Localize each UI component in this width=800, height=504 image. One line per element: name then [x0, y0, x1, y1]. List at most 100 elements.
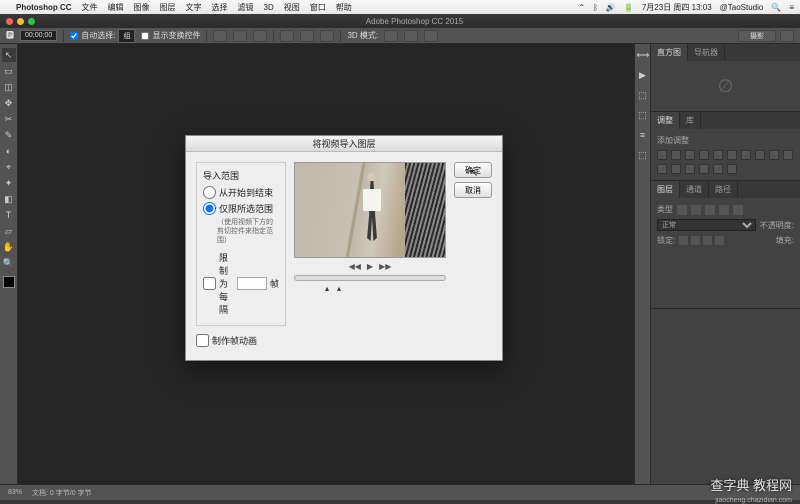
rewind-button[interactable]: ◀◀	[349, 262, 361, 271]
dock-actions-icon[interactable]: ▶	[637, 70, 649, 82]
menu-window[interactable]: 窗口	[310, 2, 326, 13]
menu-edit[interactable]: 编辑	[108, 2, 124, 13]
timeline-slider[interactable]: ▴▴	[294, 275, 446, 281]
cancel-button[interactable]: 取消	[454, 182, 492, 198]
adj-brightness-icon[interactable]	[657, 150, 667, 160]
adj-curves-icon[interactable]	[685, 150, 695, 160]
workspace-dropdown[interactable]: 摄影	[738, 30, 776, 42]
menu-3d[interactable]: 3D	[264, 3, 274, 12]
adj-invert-icon[interactable]	[671, 164, 681, 174]
limit-frames-input[interactable]	[237, 277, 267, 290]
shape-tool-icon[interactable]: ▱	[2, 224, 16, 238]
align-icon-2[interactable]	[233, 30, 247, 42]
filter-adjust-icon[interactable]	[691, 205, 701, 215]
distribute-icon-1[interactable]	[280, 30, 294, 42]
spotlight-icon[interactable]: 🔍	[771, 3, 781, 12]
tab-layers[interactable]: 图层	[651, 181, 680, 198]
adj-levels-icon[interactable]	[671, 150, 681, 160]
notification-center-icon[interactable]: ≡	[789, 3, 794, 12]
make-frame-animation-checkbox[interactable]: 制作帧动画	[196, 334, 286, 347]
3d-icon-3[interactable]	[424, 30, 438, 42]
show-transform-checkbox[interactable]	[141, 32, 149, 40]
lock-pixels-icon[interactable]	[691, 236, 700, 245]
adj-hue-icon[interactable]	[727, 150, 737, 160]
3d-icon-2[interactable]	[404, 30, 418, 42]
tab-histogram[interactable]: 直方图	[651, 44, 688, 61]
autoselect-mode-dropdown[interactable]: 组	[118, 29, 135, 43]
menu-help[interactable]: 帮助	[336, 2, 352, 13]
play-button[interactable]: ▶	[367, 262, 373, 271]
lock-transparency-icon[interactable]	[679, 236, 688, 245]
distribute-icon-2[interactable]	[300, 30, 314, 42]
3d-icon-1[interactable]	[384, 30, 398, 42]
adj-colorlookup-icon[interactable]	[657, 164, 667, 174]
search-icon[interactable]	[780, 30, 794, 42]
adj-vibrance-icon[interactable]	[713, 150, 723, 160]
tab-navigator[interactable]: 导航器	[688, 44, 725, 61]
dock-properties-icon[interactable]: ≡	[637, 130, 649, 142]
autoselect-checkbox[interactable]	[70, 32, 78, 40]
status-volume-icon[interactable]: 🔊	[606, 3, 616, 12]
filter-shape-icon[interactable]	[719, 205, 729, 215]
adj-threshold-icon[interactable]	[699, 164, 709, 174]
menu-type[interactable]: 文字	[186, 2, 202, 13]
forward-button[interactable]: ▶▶	[379, 262, 391, 271]
hand-tool-icon[interactable]: ✋	[2, 240, 16, 254]
tab-paths[interactable]: 路径	[709, 181, 738, 198]
dock-libraries-icon[interactable]: ⬚	[637, 150, 649, 162]
adj-exposure-icon[interactable]	[699, 150, 709, 160]
dock-color-icon[interactable]: ⬚	[637, 90, 649, 102]
zoom-tool-icon[interactable]: 🔍	[2, 256, 16, 270]
filter-pixel-icon[interactable]	[677, 205, 687, 215]
color-swatch[interactable]	[3, 276, 15, 288]
timeline-timecode[interactable]: 00;00;00	[20, 30, 57, 41]
close-window-button[interactable]	[6, 18, 13, 25]
adj-posterize-icon[interactable]	[685, 164, 695, 174]
zoom-level[interactable]: 83%	[8, 489, 22, 496]
gradient-tool-icon[interactable]: ⌖	[2, 160, 16, 174]
align-icon-3[interactable]	[253, 30, 267, 42]
status-battery-icon[interactable]: 🔋	[624, 3, 634, 12]
tab-channels[interactable]: 通道	[680, 181, 709, 198]
status-wifi-icon[interactable]: ⌃	[578, 3, 585, 12]
dock-swatches-icon[interactable]: ⬚	[637, 110, 649, 122]
minimize-window-button[interactable]	[17, 18, 24, 25]
tab-adjustments[interactable]: 调整	[651, 112, 680, 129]
brush-tool-icon[interactable]: ✎	[2, 128, 16, 142]
lasso-tool-icon[interactable]: ◫	[2, 80, 16, 94]
align-icon-1[interactable]	[213, 30, 227, 42]
menu-image[interactable]: 图像	[134, 2, 150, 13]
lock-all-icon[interactable]	[715, 236, 724, 245]
adj-bw-icon[interactable]	[755, 150, 765, 160]
tab-libraries[interactable]: 库	[680, 112, 701, 129]
stamp-tool-icon[interactable]: ◐	[2, 144, 16, 158]
status-bluetooth-icon[interactable]: ᛒ	[593, 3, 598, 12]
adj-selective-icon[interactable]	[727, 164, 737, 174]
fullscreen-window-button[interactable]	[28, 18, 35, 25]
status-user[interactable]: @TaoStudio	[720, 3, 764, 12]
menu-file[interactable]: 文件	[82, 2, 98, 13]
blend-mode-dropdown[interactable]: 正常	[657, 219, 756, 231]
adj-channelmixer-icon[interactable]	[783, 150, 793, 160]
crop-tool-icon[interactable]: ✥	[2, 96, 16, 110]
menu-view[interactable]: 视图	[284, 2, 300, 13]
radio-all-range[interactable]: 从开始到结束	[203, 186, 279, 199]
ps-logo-icon[interactable]: 🅿	[6, 30, 14, 41]
adj-colorbalance-icon[interactable]	[741, 150, 751, 160]
dock-history-icon[interactable]: ⟷	[637, 50, 649, 62]
radio-selected-range[interactable]: 仅限所选范围	[203, 202, 279, 215]
menubar-app-name[interactable]: Photoshop CC	[16, 3, 72, 12]
menu-layer[interactable]: 图层	[160, 2, 176, 13]
menu-filter[interactable]: 滤镜	[238, 2, 254, 13]
distribute-icon-3[interactable]	[320, 30, 334, 42]
filter-smart-icon[interactable]	[733, 205, 743, 215]
adj-gradient-icon[interactable]	[713, 164, 723, 174]
eyedropper-tool-icon[interactable]: ✂	[2, 112, 16, 126]
marquee-tool-icon[interactable]: ▭	[2, 64, 16, 78]
move-tool-icon[interactable]: ↖	[2, 48, 16, 62]
limit-frames-checkbox[interactable]: 限制为每隔 帧	[203, 251, 279, 316]
pen-tool-icon[interactable]: ◧	[2, 192, 16, 206]
lock-position-icon[interactable]	[703, 236, 712, 245]
status-date[interactable]: 7月23日 周四 13:03	[642, 2, 712, 13]
healing-tool-icon[interactable]: ✦	[2, 176, 16, 190]
